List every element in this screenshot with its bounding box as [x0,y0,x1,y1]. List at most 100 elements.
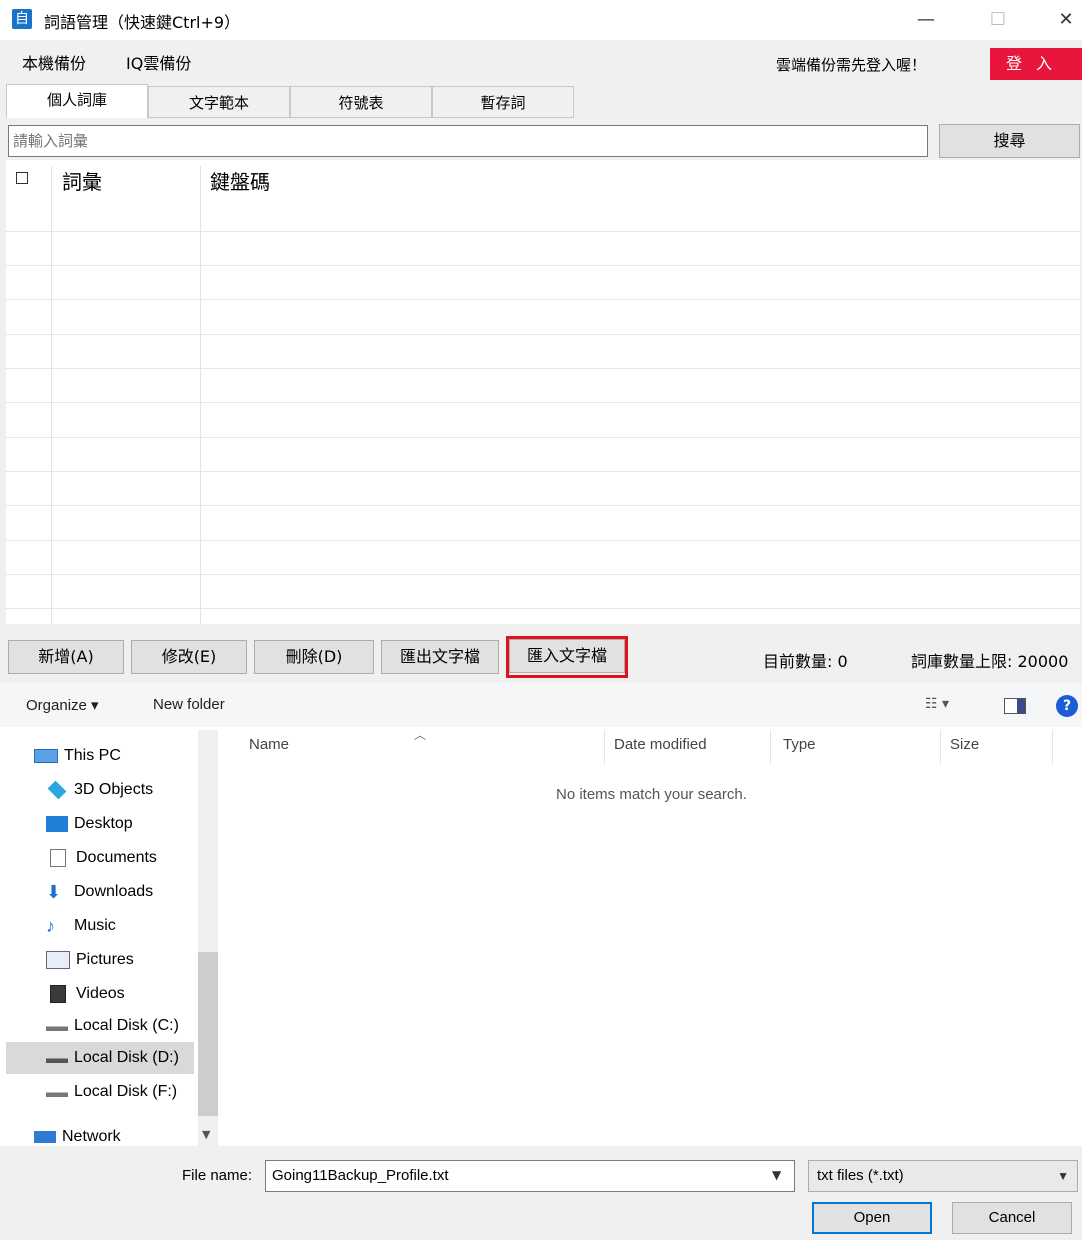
table-row-line [6,334,1080,335]
column-separator [770,730,771,764]
music-icon: ♪ [46,916,55,936]
export-text-file-button[interactable]: 匯出文字檔 [381,640,499,674]
file-name-label: File name: [182,1167,253,1184]
open-button[interactable]: Open [812,1202,932,1234]
column-separator [604,730,605,764]
table-row-line [6,265,1080,266]
nav-scrollbar-thumb[interactable] [198,952,218,1116]
table-header [6,160,1080,200]
word-table [6,160,1080,624]
sort-indicator-icon: ︿ [414,728,427,742]
column-keyboard-code[interactable]: 鍵盤碼 [210,166,270,195]
add-button[interactable]: 新增(A) [8,640,124,674]
cube-icon [47,780,67,800]
help-icon[interactable]: ? [1056,695,1078,717]
table-row-line [6,402,1080,403]
nav-label: Local Disk (D:) [74,1049,179,1066]
nav-downloads[interactable]: ⬇ Downloads [46,876,194,908]
edit-button[interactable]: 修改(E) [131,640,247,674]
organize-button[interactable]: Organize ▾ [26,696,99,714]
menu-local-backup[interactable]: 本機備份 [22,50,86,74]
nav-label: Desktop [74,815,133,832]
preview-pane-icon[interactable] [1004,698,1026,714]
column-type[interactable]: Type [783,736,816,753]
column-separator [940,730,941,764]
app-icon: 自 [12,9,32,29]
table-row-line [6,471,1080,472]
table-row-line [6,299,1080,300]
empty-message: No items match your search. [556,786,747,803]
desktop-icon [46,815,68,832]
search-button[interactable]: 搜尋 [939,124,1080,158]
file-type-value: txt files (*.txt) [817,1167,904,1184]
tab-personal-dictionary[interactable]: 個人詞庫 [6,84,148,118]
table-row-line [6,540,1080,541]
minimize-button[interactable]: — [906,6,946,34]
nav-label: 3D Objects [74,781,154,798]
table-row-line [6,368,1080,369]
video-icon [50,984,66,1003]
dictionary-limit: 詞庫數量上限: 20000 [911,652,1069,671]
scroll-down-icon[interactable]: ▼ [202,1128,210,1141]
login-button[interactable]: 登入 [990,48,1082,80]
maximize-button[interactable]: ☐ [978,6,1018,34]
file-type-select[interactable]: txt files (*.txt) ▼ [808,1160,1078,1192]
view-options-icon[interactable]: ☷ ▾ [925,696,949,712]
table-row-line [6,437,1080,438]
disk-icon [46,1020,68,1031]
table-row-line [6,574,1080,575]
menu-iq-cloud-backup[interactable]: IQ雲備份 [126,50,191,74]
chevron-down-icon: ▼ [1057,1169,1069,1183]
nav-desktop[interactable]: Desktop [46,808,194,840]
column-name[interactable]: Name [249,736,289,753]
nav-label: Downloads [74,883,154,901]
pc-icon [34,748,58,763]
nav-label: Documents [76,849,157,866]
nav-label: Videos [76,985,125,1002]
table-column-divider [200,166,201,624]
column-size[interactable]: Size [950,736,979,753]
tab-symbol-table[interactable]: 符號表 [290,86,432,118]
cancel-button[interactable]: Cancel [952,1202,1072,1234]
disk-icon [46,1086,68,1097]
window-title: 詞語管理（快速鍵Ctrl+9） [44,13,241,32]
close-button[interactable]: ✕ [1046,6,1082,34]
nav-this-pc[interactable]: This PC [34,740,194,772]
import-highlight-box [506,636,628,678]
table-row-line [6,231,1080,232]
network-icon [34,1130,56,1143]
select-all-checkbox[interactable] [16,172,28,184]
delete-button[interactable]: 刪除(D) [254,640,374,674]
document-icon [50,848,66,867]
chevron-down-icon[interactable]: ▼ [772,1168,781,1182]
table-column-divider [51,166,52,624]
nav-label: Music [74,917,116,935]
nav-label: Pictures [76,951,134,968]
tab-text-templates[interactable]: 文字範本 [148,86,290,118]
download-icon: ⬇ [46,882,62,902]
nav-pictures[interactable]: Pictures [46,944,194,976]
nav-network[interactable]: Network [34,1120,194,1146]
disk-icon [46,1052,68,1063]
nav-local-disk-f[interactable]: Local Disk (F:) [46,1076,194,1108]
nav-videos[interactable]: Videos [46,978,194,1010]
nav-label: Local Disk (C:) [74,1017,179,1034]
search-input[interactable] [8,125,928,157]
nav-label: Network [62,1128,121,1145]
nav-local-disk-c[interactable]: Local Disk (C:) [46,1010,194,1042]
column-separator [1052,730,1053,764]
new-folder-button[interactable]: New folder [153,696,225,713]
tab-temp-words[interactable]: 暫存詞 [432,86,574,118]
pictures-icon [46,950,70,969]
table-row-line [6,505,1080,506]
nav-documents[interactable]: Documents [46,842,194,874]
nav-label: Local Disk (F:) [74,1083,178,1100]
nav-music[interactable]: ♪ Music [46,910,194,942]
nav-3d-objects[interactable]: 3D Objects [46,774,194,806]
column-word[interactable]: 詞彙 [62,166,102,195]
column-date-modified[interactable]: Date modified [614,736,707,753]
nav-label: This PC [64,747,121,764]
nav-local-disk-d[interactable]: Local Disk (D:) [6,1042,194,1074]
cloud-backup-message: 雲端備份需先登入喔！ [776,56,927,74]
file-name-input[interactable]: Going11Backup_Profile.txt [265,1160,795,1192]
